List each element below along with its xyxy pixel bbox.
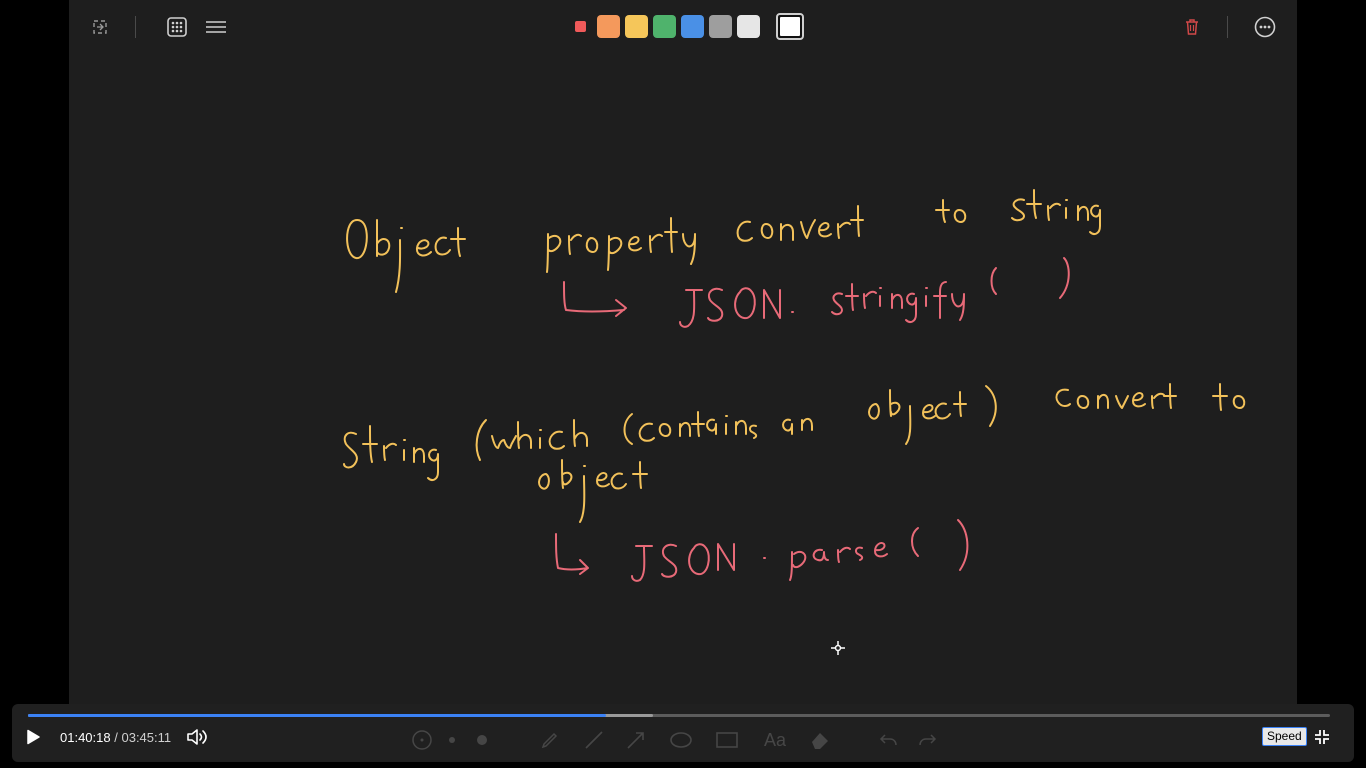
eraser-icon (808, 728, 832, 752)
color-swatch-light-gray[interactable] (737, 15, 760, 38)
trash-icon[interactable] (1181, 15, 1203, 39)
video-player-bar: 01:40:18 / 03:45:11 Aa Speed (12, 704, 1354, 762)
exit-fullscreen-icon[interactable] (1311, 726, 1333, 748)
grid-icon[interactable] (165, 15, 189, 39)
progress-bar[interactable] (28, 714, 1330, 717)
toolbar-divider (1227, 16, 1228, 38)
color-swatch-green[interactable] (653, 15, 676, 38)
redo-icon (916, 728, 940, 752)
color-swatch-blue[interactable] (681, 15, 704, 38)
brush-size-icon (410, 728, 434, 752)
play-button[interactable] (22, 726, 44, 748)
more-options-icon[interactable] (1252, 14, 1278, 40)
undo-icon (876, 728, 900, 752)
color-swatch-white-selected[interactable] (776, 13, 804, 40)
small-dot-icon (446, 728, 458, 752)
color-swatch-red[interactable] (575, 21, 586, 32)
speed-button[interactable]: Speed (1262, 727, 1307, 746)
large-dot-icon (474, 728, 490, 752)
arrow-tool-icon (624, 728, 648, 752)
progress-played (28, 714, 607, 717)
total-time: 03:45:11 (121, 730, 172, 745)
color-swatch-gray[interactable] (709, 15, 732, 38)
color-swatch-orange[interactable] (597, 15, 620, 38)
whiteboard-canvas[interactable] (69, 0, 1297, 706)
menu-icon[interactable] (204, 15, 228, 39)
rectangle-icon (714, 728, 740, 752)
color-swatch-yellow[interactable] (625, 15, 648, 38)
time-display: 01:40:18 / 03:45:11 (60, 730, 171, 745)
toolbar-divider (135, 16, 136, 38)
current-time: 01:40:18 (60, 730, 111, 745)
fit-screen-icon[interactable] (88, 15, 112, 39)
ellipse-icon (668, 728, 694, 752)
time-separator: / (114, 730, 118, 745)
line-icon (582, 728, 606, 752)
text-tool-icon: Aa (763, 729, 787, 750)
pen-icon (538, 728, 562, 752)
volume-icon[interactable] (185, 726, 209, 748)
